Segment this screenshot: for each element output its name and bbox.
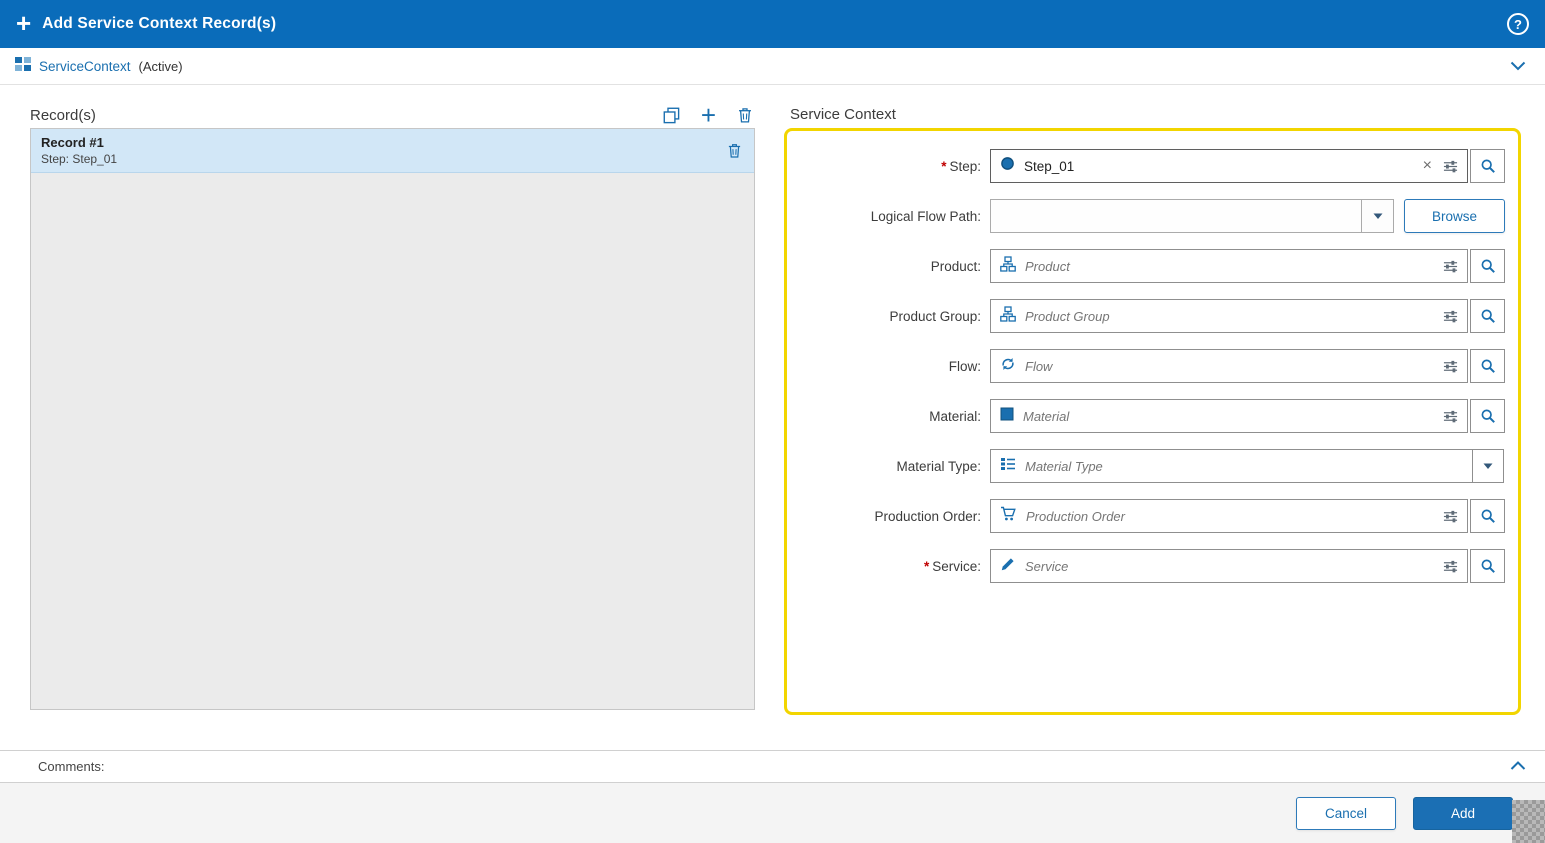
filter-icon[interactable]	[1443, 509, 1458, 524]
service-label: Service:	[932, 558, 981, 574]
form-row-production-order: Production Order: Production Order	[787, 491, 1518, 541]
dialog-footer: Cancel Add	[0, 783, 1545, 843]
delete-record-item-icon[interactable]	[725, 140, 744, 161]
step-icon	[1000, 156, 1015, 176]
form-row-logical-flow-path: Logical Flow Path: Browse	[787, 191, 1518, 241]
browse-button[interactable]: Browse	[1404, 199, 1505, 233]
material-type-placeholder: Material Type	[1025, 458, 1103, 474]
production-order-cart-icon	[1000, 506, 1017, 527]
filter-icon[interactable]	[1443, 359, 1458, 374]
records-header: Record(s) +	[30, 102, 755, 128]
service-input[interactable]: Service	[990, 549, 1468, 583]
form-title: Service Context	[790, 106, 896, 123]
logical-flow-path-input[interactable]	[990, 199, 1362, 233]
comments-collapse-chevron-icon[interactable]	[1506, 755, 1530, 778]
entity-icon	[15, 56, 31, 76]
product-group-search-button[interactable]	[1470, 299, 1505, 333]
plus-icon: +	[700, 100, 716, 130]
product-group-hierarchy-icon	[1000, 305, 1016, 327]
product-group-input[interactable]: Product Group	[990, 299, 1468, 333]
add-icon: +	[16, 7, 32, 38]
production-order-placeholder: Production Order	[1026, 508, 1125, 524]
form-row-product-group: Product Group: Product Group	[787, 291, 1518, 341]
filter-icon[interactable]	[1443, 409, 1458, 424]
material-label: Material:	[929, 408, 981, 424]
logical-flow-path-dropdown-button[interactable]	[1362, 199, 1394, 233]
flow-label: Flow:	[948, 358, 981, 374]
add-record-button[interactable]: +	[699, 100, 718, 130]
form-row-material: Material: Material	[787, 391, 1518, 441]
step-input[interactable]: Step_01 ×	[990, 149, 1468, 183]
record-list: Record #1 Step: Step_01	[30, 128, 755, 710]
material-type-input[interactable]: Material Type	[990, 449, 1473, 483]
entity-link[interactable]: ServiceContext	[39, 59, 131, 74]
comments-label: Comments:	[38, 759, 105, 774]
service-context-form: * Step: Step_01 × Logical Flow Path: Brow…	[784, 128, 1521, 715]
flow-icon	[1000, 356, 1016, 377]
product-group-label: Product Group:	[889, 308, 981, 324]
material-input[interactable]: Material	[990, 399, 1468, 433]
form-row-material-type: Material Type: Material Type	[787, 441, 1518, 491]
material-type-dropdown-button[interactable]	[1472, 449, 1504, 483]
service-search-button[interactable]	[1470, 549, 1505, 583]
step-label: Step:	[949, 158, 981, 174]
clear-icon[interactable]: ×	[1421, 158, 1434, 174]
collapse-chevron-icon[interactable]	[1506, 55, 1530, 78]
required-asterisk: *	[941, 158, 947, 174]
records-title: Record(s)	[30, 106, 96, 124]
required-asterisk: *	[923, 558, 930, 574]
step-value: Step_01	[1024, 158, 1075, 174]
flow-input[interactable]: Flow	[990, 349, 1468, 383]
flow-search-button[interactable]	[1470, 349, 1505, 383]
copy-record-button[interactable]	[661, 105, 682, 126]
delete-record-button[interactable]	[735, 104, 755, 126]
record-item[interactable]: Record #1 Step: Step_01	[31, 129, 754, 173]
record-title: Record #1	[41, 135, 104, 150]
dialog-title: Add Service Context Record(s)	[42, 15, 277, 32]
filter-icon[interactable]	[1443, 259, 1458, 274]
form-row-product: Product: Product	[787, 241, 1518, 291]
material-placeholder: Material	[1023, 408, 1070, 424]
form-row-flow: Flow: Flow	[787, 341, 1518, 391]
material-icon	[1000, 407, 1014, 426]
product-hierarchy-icon	[1000, 255, 1016, 277]
service-placeholder: Service	[1025, 558, 1069, 574]
add-button[interactable]: Add	[1413, 796, 1513, 830]
comments-section: Comments:	[0, 750, 1545, 783]
filter-icon[interactable]	[1443, 159, 1458, 174]
production-order-label: Production Order:	[874, 508, 981, 524]
flow-placeholder: Flow	[1025, 358, 1053, 374]
dialog-header: + Add Service Context Record(s) ?	[0, 0, 1545, 48]
production-order-input[interactable]: Production Order	[990, 499, 1468, 533]
service-pencil-icon	[1000, 556, 1016, 577]
material-search-button[interactable]	[1470, 399, 1505, 433]
filter-icon[interactable]	[1443, 309, 1458, 324]
filter-icon[interactable]	[1443, 559, 1458, 574]
record-subtitle: Step: Step_01	[41, 152, 118, 166]
step-search-button[interactable]	[1470, 149, 1505, 183]
production-order-search-button[interactable]	[1470, 499, 1505, 533]
entity-bar: ServiceContext (Active)	[0, 48, 1545, 85]
product-label: Product:	[930, 258, 981, 274]
material-type-label: Material Type:	[896, 458, 981, 474]
material-type-icon	[1000, 456, 1016, 477]
product-placeholder: Product	[1025, 258, 1070, 274]
product-input[interactable]: Product	[990, 249, 1468, 283]
cancel-button[interactable]: Cancel	[1296, 796, 1396, 830]
form-row-step: * Step: Step_01 ×	[787, 141, 1518, 191]
form-row-service: * Service: Service	[787, 541, 1518, 591]
entity-status: (Active)	[138, 58, 183, 74]
help-icon[interactable]: ?	[1507, 13, 1529, 35]
product-search-button[interactable]	[1470, 249, 1505, 283]
logical-flow-path-label: Logical Flow Path:	[870, 208, 981, 224]
product-group-placeholder: Product Group	[1025, 308, 1110, 324]
render-artifact	[1512, 800, 1545, 843]
